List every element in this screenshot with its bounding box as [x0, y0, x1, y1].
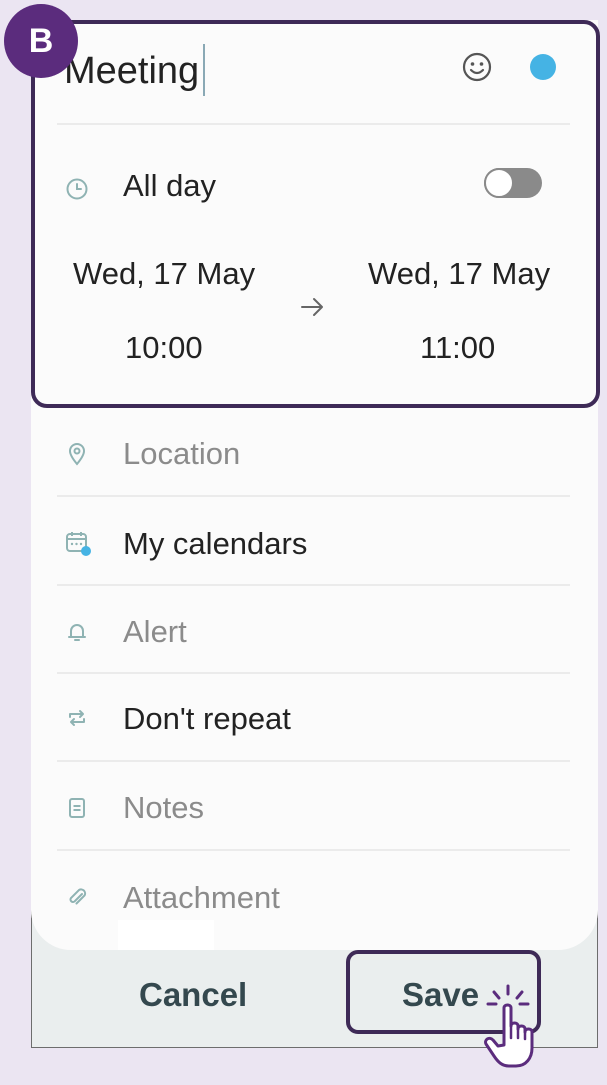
divider — [57, 584, 570, 586]
repeat-field[interactable]: Don't repeat — [123, 701, 291, 737]
divider — [57, 760, 570, 762]
highlight-box — [31, 20, 600, 408]
divider — [57, 495, 570, 497]
divider — [57, 672, 570, 674]
notes-icon — [69, 798, 85, 818]
step-badge: B — [4, 4, 78, 78]
divider — [57, 849, 570, 851]
location-field[interactable]: Location — [123, 436, 240, 472]
calendar-field[interactable]: My calendars — [123, 526, 307, 562]
scroll-overlay — [118, 920, 214, 950]
save-button[interactable]: Save — [402, 976, 479, 1014]
repeat-icon — [69, 710, 85, 726]
cancel-button[interactable]: Cancel — [139, 976, 247, 1014]
alert-field[interactable]: Alert — [123, 614, 187, 650]
location-pin-icon — [68, 443, 86, 466]
notes-field[interactable]: Notes — [123, 790, 204, 826]
paperclip-icon — [69, 888, 87, 905]
calendar-icon — [66, 532, 91, 556]
attachment-field[interactable]: Attachment — [123, 880, 280, 916]
bell-icon — [68, 624, 86, 641]
hand-pointer-icon — [484, 984, 534, 1068]
